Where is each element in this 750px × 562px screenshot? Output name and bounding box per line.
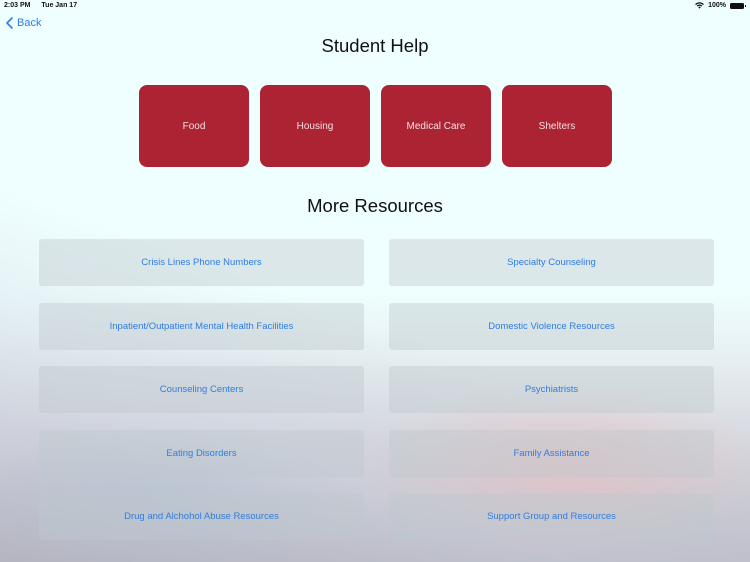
domestic-violence-button[interactable]: Domestic Violence Resources <box>389 302 714 350</box>
battery-percent: 100% <box>708 2 726 9</box>
psychiatrists-button[interactable]: Psychiatrists <box>389 366 714 413</box>
back-label: Back <box>17 17 42 29</box>
status-date: Tue Jan 17 <box>41 2 78 9</box>
status-bar-left: 2:03 PM Tue Jan 17 <box>4 2 86 9</box>
wifi-icon <box>695 2 704 9</box>
section-title: More Resources <box>307 195 443 216</box>
family-assistance-button[interactable]: Family Assistance <box>389 429 714 477</box>
page-title: Student Help <box>321 35 429 56</box>
screen: 2:03 PM Tue Jan 17 100% Back Student Hel… <box>0 0 750 562</box>
mental-health-facilities-button[interactable]: Inpatient/Outpatient Mental Health Facil… <box>39 302 364 350</box>
shelters-button[interactable]: Shelters <box>502 85 612 167</box>
crisis-lines-button[interactable]: Crisis Lines Phone Numbers <box>39 239 364 286</box>
back-button[interactable]: Back <box>6 17 41 29</box>
support-group-button[interactable]: Support Group and Resources <box>389 493 714 540</box>
eating-disorders-button[interactable]: Eating Disorders <box>39 429 364 477</box>
status-bar-right: 100% <box>695 2 746 9</box>
battery-icon <box>730 2 746 9</box>
housing-button[interactable]: Housing <box>260 85 370 167</box>
resources-grid: Crisis Lines Phone Numbers Specialty Cou… <box>39 239 714 540</box>
chevron-left-icon <box>6 17 13 29</box>
status-time: 2:03 PM <box>4 2 31 9</box>
medical-care-button[interactable]: Medical Care <box>381 85 491 167</box>
primary-categories: Food Housing Medical Care Shelters <box>139 85 612 167</box>
drug-alcohol-button[interactable]: Drug and Alchohol Abuse Resources <box>39 493 364 540</box>
counseling-centers-button[interactable]: Counseling Centers <box>39 366 364 413</box>
specialty-counseling-button[interactable]: Specialty Counseling <box>389 239 714 286</box>
food-button[interactable]: Food <box>139 85 249 167</box>
